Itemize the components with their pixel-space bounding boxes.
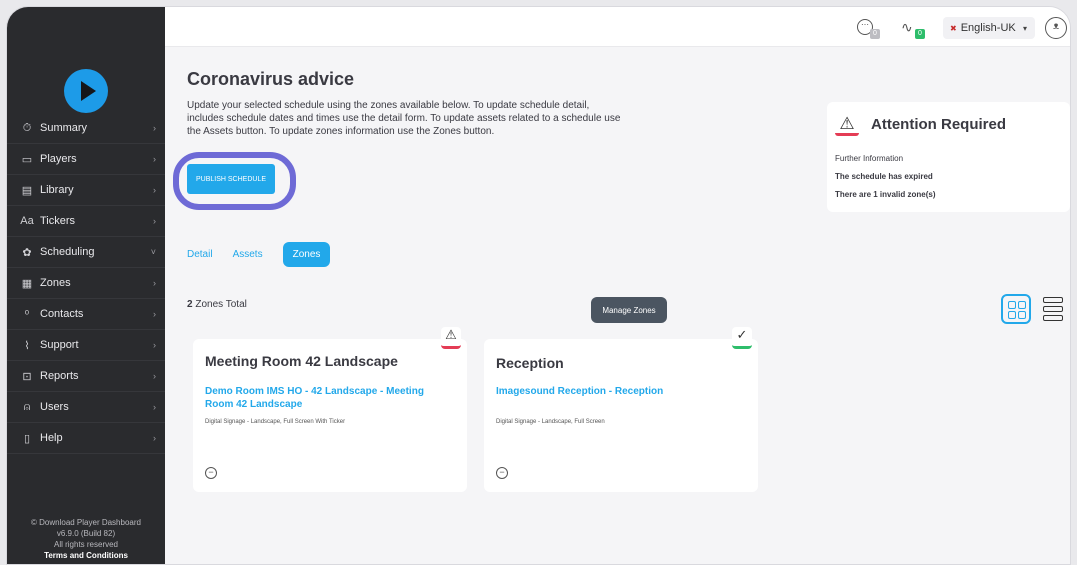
zone-card[interactable]: ✓ Reception Imagesound Reception - Recep… [484, 327, 758, 492]
chevron-right-icon: › [153, 433, 156, 443]
schedule-header: Coronavirus advice Update your selected … [165, 47, 1070, 217]
tab-detail[interactable]: Detail [187, 249, 213, 260]
page-title: Coronavirus advice [187, 69, 355, 89]
clock-icon: ⏱ [22, 121, 32, 134]
chevron-right-icon: › [153, 340, 156, 350]
sidebar-item-label: Support [40, 339, 79, 351]
sidebar-item-players[interactable]: ▭ Players › [7, 144, 165, 175]
sidebar-item-zones[interactable]: ▦ Zones › [7, 268, 165, 299]
page-description: Update your selected schedule using the … [187, 100, 621, 137]
sidebar-item-label: Scheduling [40, 246, 95, 258]
language-select[interactable]: ✖ English-UK ▾ [943, 17, 1035, 39]
sidebar-item-label: Players [40, 153, 77, 165]
publish-schedule-button[interactable]: PUBLISH SCHEDULE [187, 164, 275, 194]
sidebar-footer: © Download Player Dashboard v6.9.0 (Buil… [7, 517, 165, 564]
sidebar-item-library[interactable]: ▤ Library › [7, 175, 165, 206]
attention-panel: ⚠ Attention Required Further Information… [827, 102, 1070, 212]
library-icon: ▤ [21, 184, 33, 197]
chevron-right-icon: › [153, 309, 156, 319]
uk-flag-icon: ✖ [950, 23, 957, 33]
terms-link[interactable]: Terms and Conditions [7, 550, 165, 561]
warning-icon: ⚠ [441, 327, 461, 349]
sidebar-item-reports[interactable]: ⊡ Reports › [7, 361, 165, 392]
rights-text: All rights reserved [53, 540, 119, 549]
activity-count-badge: 0 [915, 29, 925, 39]
grid-view-icon[interactable] [1001, 294, 1031, 324]
users-icon: ⍝ [23, 400, 31, 413]
sidebar-nav: ⏱ Summary › ▭ Players › ▤ Library › Aa T… [7, 113, 165, 454]
zones-total: 2 Zones Total [187, 299, 247, 310]
copyright-text: © Download Player Dashboard [31, 518, 141, 527]
chevron-right-icon: › [153, 278, 156, 288]
tickers-icon: Aa [20, 215, 34, 227]
zone-card[interactable]: ⚠ Meeting Room 42 Landscape Demo Room IM… [193, 327, 467, 492]
check-circle-icon: ✓ [732, 327, 752, 349]
user-profile-icon[interactable]: ᴥ [1045, 17, 1067, 39]
remove-icon[interactable]: − [496, 467, 508, 479]
attention-title: Attention Required [871, 116, 1006, 133]
zone-card-title: Reception [496, 355, 564, 371]
sidebar-item-label: Summary [40, 122, 88, 134]
chevron-down-icon: ˅ [150, 247, 156, 257]
sidebar: ⏱ Summary › ▭ Players › ▤ Library › Aa T… [7, 7, 165, 564]
chevron-right-icon: › [153, 123, 156, 133]
support-icon: ⌇ [24, 339, 30, 352]
sidebar-item-label: Contacts [40, 308, 84, 320]
tab-bar: Detail Assets Zones [187, 242, 350, 267]
sidebar-item-scheduling[interactable]: ✿ Scheduling ˅ [7, 237, 165, 268]
version-text: v6.9.0 (Build 82) [56, 529, 116, 538]
list-view-icon[interactable] [1043, 296, 1063, 322]
attention-info: Further Information [835, 154, 904, 163]
sidebar-item-label: Users [40, 401, 69, 413]
app-window: ⏱ Summary › ▭ Players › ▤ Library › Aa T… [6, 6, 1071, 565]
chat-count-badge: 0 [870, 29, 880, 39]
sidebar-item-contacts[interactable]: ᵒ Contacts › [7, 299, 165, 330]
chevron-right-icon: › [153, 154, 156, 164]
zone-card-meta: Digital Signage - Landscape, Full Screen [496, 419, 605, 425]
zone-card-link[interactable]: Imagesound Reception - Reception [496, 385, 746, 398]
zone-card-title: Meeting Room 42 Landscape [205, 353, 398, 369]
sidebar-item-label: Zones [40, 277, 71, 289]
warning-icon: ⚠ [835, 114, 859, 136]
sidebar-item-help[interactable]: ▯ Help › [7, 423, 165, 454]
reports-icon: ⊡ [22, 370, 32, 383]
zones-total-label: Zones Total [192, 299, 247, 310]
sidebar-item-label: Library [40, 184, 74, 196]
remove-icon[interactable]: − [205, 467, 217, 479]
tab-zones[interactable]: Zones [282, 242, 331, 267]
help-icon: ▯ [23, 432, 31, 445]
logo-icon[interactable] [64, 69, 108, 113]
top-bar: ⋯ 0 ∿ 0 ✖ English-UK ▾ ᴥ [165, 7, 1070, 47]
activity-icon[interactable]: ∿ [901, 19, 913, 36]
sidebar-item-label: Tickers [40, 215, 76, 227]
manage-zones-button[interactable]: Manage Zones [591, 297, 667, 323]
tab-assets[interactable]: Assets [233, 249, 263, 260]
zones-icon: ▦ [21, 277, 33, 290]
sidebar-item-summary[interactable]: ⏱ Summary › [7, 113, 165, 144]
chevron-right-icon: › [153, 216, 156, 226]
sidebar-item-users[interactable]: ⍝ Users › [7, 392, 165, 423]
player-icon: ▭ [21, 153, 33, 166]
sidebar-item-tickers[interactable]: Aa Tickers › [7, 206, 165, 237]
caret-down-icon: ▾ [1022, 23, 1027, 33]
attention-invalid-zones: There are 1 invalid zone(s) [835, 190, 936, 199]
chevron-right-icon: › [153, 402, 156, 412]
chevron-right-icon: › [153, 185, 156, 195]
sidebar-item-label: Reports [40, 370, 79, 382]
contacts-icon: ᵒ [24, 308, 30, 320]
zone-card-link[interactable]: Demo Room IMS HO - 42 Landscape - Meetin… [205, 385, 455, 411]
zones-content: Detail Assets Zones 2 Zones Total Manage… [165, 217, 1070, 564]
sidebar-item-label: Help [40, 432, 63, 444]
chevron-right-icon: › [153, 371, 156, 381]
sidebar-item-support[interactable]: ⌇ Support › [7, 330, 165, 361]
attention-expired: The schedule has expired [835, 172, 933, 181]
scheduling-icon: ✿ [22, 246, 32, 259]
language-label: English-UK [960, 22, 1016, 34]
zone-card-meta: Digital Signage - Landscape, Full Screen… [205, 419, 346, 425]
